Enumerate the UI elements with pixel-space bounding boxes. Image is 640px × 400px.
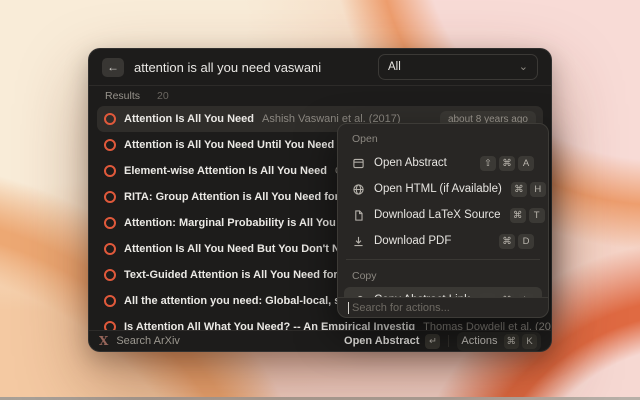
- document-icon: [352, 209, 365, 222]
- arxiv-logo: X: [99, 334, 108, 348]
- actions-search-placeholder: Search for actions...: [352, 302, 450, 314]
- raycast-window: ← attention is all you need vaswani All …: [88, 48, 552, 352]
- app-name: Search ArXiv: [116, 335, 180, 347]
- menu-item[interactable]: Download LaTeX Source ⌘T: [344, 202, 542, 228]
- k-key: K: [522, 334, 537, 349]
- menu-item-label: Download LaTeX Source: [374, 209, 501, 221]
- menu-section-header: Open: [344, 128, 542, 150]
- results-label: Results: [105, 90, 140, 102]
- menu-separator: [346, 259, 540, 260]
- actions-button-label: Actions: [461, 335, 497, 347]
- menu-item[interactable]: Open HTML (if Available)⌘H: [344, 176, 542, 202]
- download-icon: [352, 235, 365, 248]
- menu-item[interactable]: Open Abstract ⇧⌘A: [344, 150, 542, 176]
- globe-icon: [352, 183, 365, 196]
- menu-item[interactable]: Copy Abstract Link⌥⌘L: [344, 287, 542, 297]
- menu-item-label: Download PDF: [374, 235, 451, 247]
- shortcut-key: ⌘: [499, 234, 515, 249]
- result-title: Element-wise Attention Is All You Need: [124, 165, 327, 177]
- command-key-icon: ⌘: [504, 334, 520, 349]
- status-bar: X Search ArXiv Open Abstract ↵ Actions ⌘…: [89, 330, 551, 351]
- actions-keys: ⌘K: [504, 334, 538, 349]
- back-arrow-icon: ←: [107, 60, 119, 74]
- paper-icon: [104, 165, 116, 177]
- paper-icon: [104, 113, 116, 125]
- footer-actions: Open Abstract ↵ Actions ⌘K: [344, 332, 541, 351]
- shortcut-key: ⇧: [480, 156, 496, 171]
- shortcut-key: H: [530, 182, 546, 197]
- paper-icon: [104, 139, 116, 151]
- shortcut-key: ⌘: [511, 182, 527, 197]
- filter-dropdown[interactable]: All ⌄: [378, 54, 538, 80]
- paper-icon: [104, 295, 116, 307]
- menu-item-label: Open HTML (if Available): [374, 183, 502, 195]
- shortcut-key: A: [518, 156, 534, 171]
- results-count: 20: [157, 90, 169, 102]
- shortcut-key: ⌘: [499, 156, 515, 171]
- paper-icon: [104, 269, 116, 281]
- results-header: Results 20: [89, 86, 551, 104]
- shortcut-key: D: [518, 234, 534, 249]
- shortcut-key: ⌘: [510, 208, 526, 223]
- menu-item-shortcut: ⌘T: [510, 208, 545, 223]
- back-button[interactable]: ←: [102, 58, 124, 77]
- primary-action-button[interactable]: Open Abstract: [344, 335, 419, 347]
- shortcut-key: T: [529, 208, 545, 223]
- paper-icon: [104, 243, 116, 255]
- menu-item[interactable]: Download PDF ⌘D: [344, 228, 542, 254]
- menu-item-label: Open Abstract: [374, 157, 447, 169]
- return-key-icon: ↵: [425, 334, 440, 349]
- result-title: Attention: Marginal Probability is All Y…: [124, 217, 373, 229]
- paper-icon: [104, 191, 116, 203]
- actions-menu-list: OpenOpen Abstract⇧⌘AOpen HTML (if Availa…: [338, 124, 548, 297]
- actions-search-input[interactable]: Search for actions...: [338, 297, 548, 317]
- menu-item-shortcut: ⇧⌘A: [480, 156, 534, 171]
- window-icon: [352, 157, 365, 170]
- filter-value: All: [388, 61, 401, 73]
- menu-section-header: Copy: [344, 265, 542, 287]
- chevron-down-icon: ⌄: [519, 62, 528, 72]
- actions-menu: OpenOpen Abstract⇧⌘AOpen HTML (if Availa…: [337, 123, 549, 318]
- footer-divider: [448, 335, 449, 347]
- search-bar: ← attention is all you need vaswani All …: [89, 49, 551, 86]
- paper-icon: [104, 217, 116, 229]
- menu-item-shortcut: ⌘H: [511, 182, 546, 197]
- result-title: Attention Is All You Need: [124, 113, 254, 125]
- menu-item-shortcut: ⌘D: [499, 234, 534, 249]
- actions-button[interactable]: Actions ⌘K: [457, 332, 541, 351]
- text-caret: [348, 302, 349, 314]
- search-input[interactable]: attention is all you need vaswani: [134, 60, 368, 75]
